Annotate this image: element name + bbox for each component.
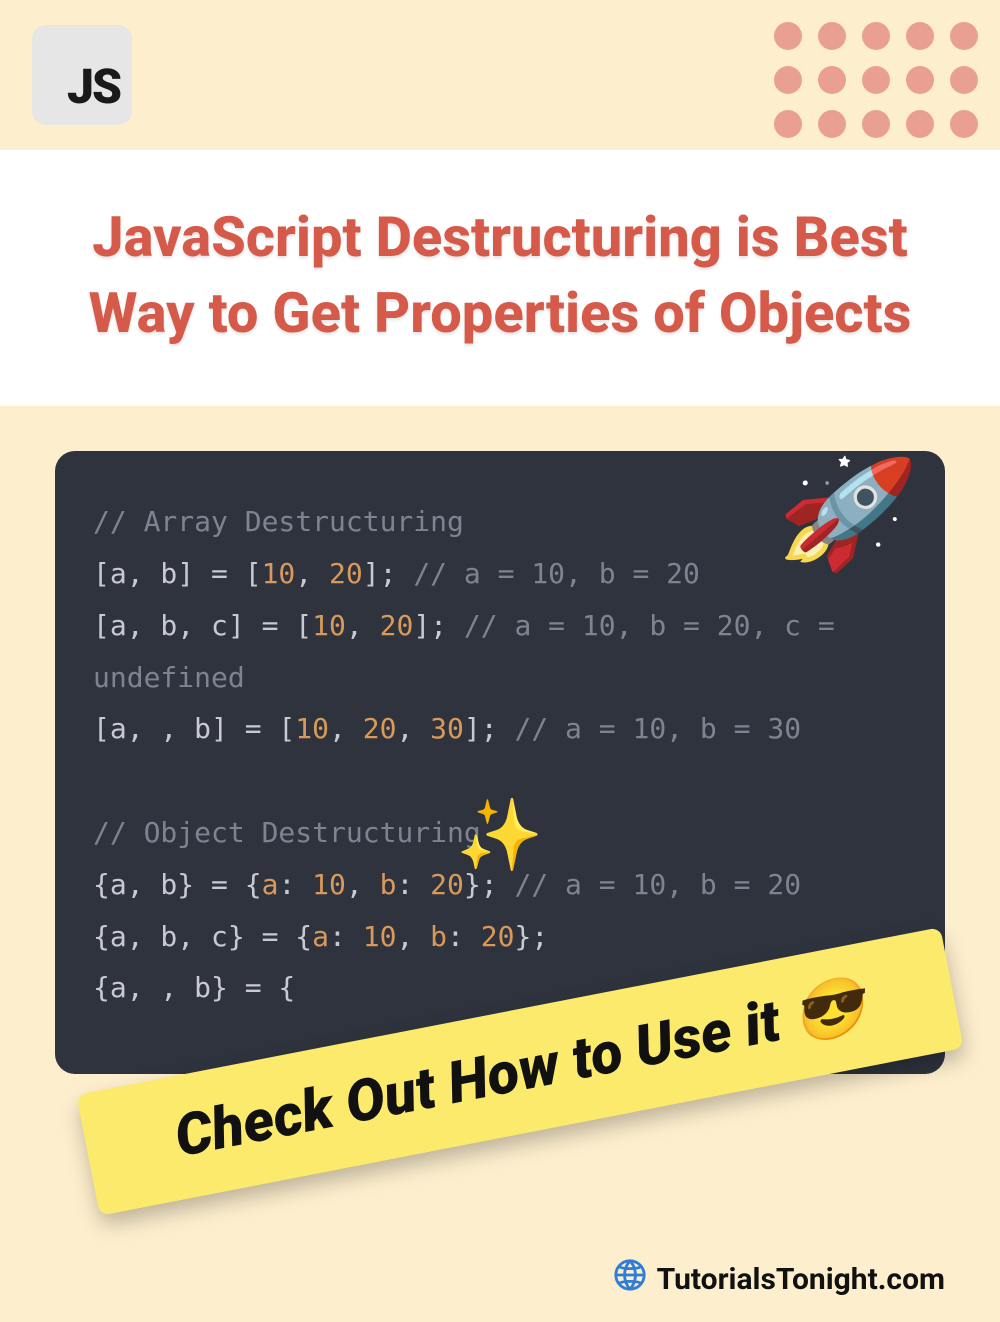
page-title: JavaScript Destructuring is Best Way to …	[60, 200, 940, 351]
dot	[774, 22, 802, 50]
rocket-icon: 🚀	[769, 406, 923, 621]
dot	[862, 22, 890, 50]
sparkles-icon: ✨	[456, 771, 543, 901]
dot	[950, 22, 978, 50]
decorative-dot-grid	[774, 22, 978, 138]
dot	[906, 66, 934, 94]
js-badge: JS	[32, 25, 132, 125]
dot	[950, 66, 978, 94]
dot	[774, 110, 802, 138]
dot	[862, 66, 890, 94]
code-line: {a, b, c} = {a: 10, b: 20};	[93, 911, 907, 963]
dot	[774, 66, 802, 94]
globe-icon	[613, 1258, 647, 1300]
footer: TutorialsTonight.com	[613, 1258, 945, 1300]
dot	[906, 22, 934, 50]
code-line: [a, b, c] = [10, 20]; // a = 10, b = 20,…	[93, 600, 907, 704]
dot	[862, 110, 890, 138]
dot	[818, 66, 846, 94]
js-badge-text: JS	[67, 58, 120, 115]
footer-site[interactable]: TutorialsTonight.com	[657, 1262, 945, 1297]
dot	[950, 110, 978, 138]
dot	[906, 110, 934, 138]
dot	[818, 110, 846, 138]
title-band: JavaScript Destructuring is Best Way to …	[0, 150, 1000, 406]
header-strip: JS	[0, 0, 1000, 150]
dot	[818, 22, 846, 50]
code-line: [a, , b] = [10, 20, 30]; // a = 10, b = …	[93, 703, 907, 755]
